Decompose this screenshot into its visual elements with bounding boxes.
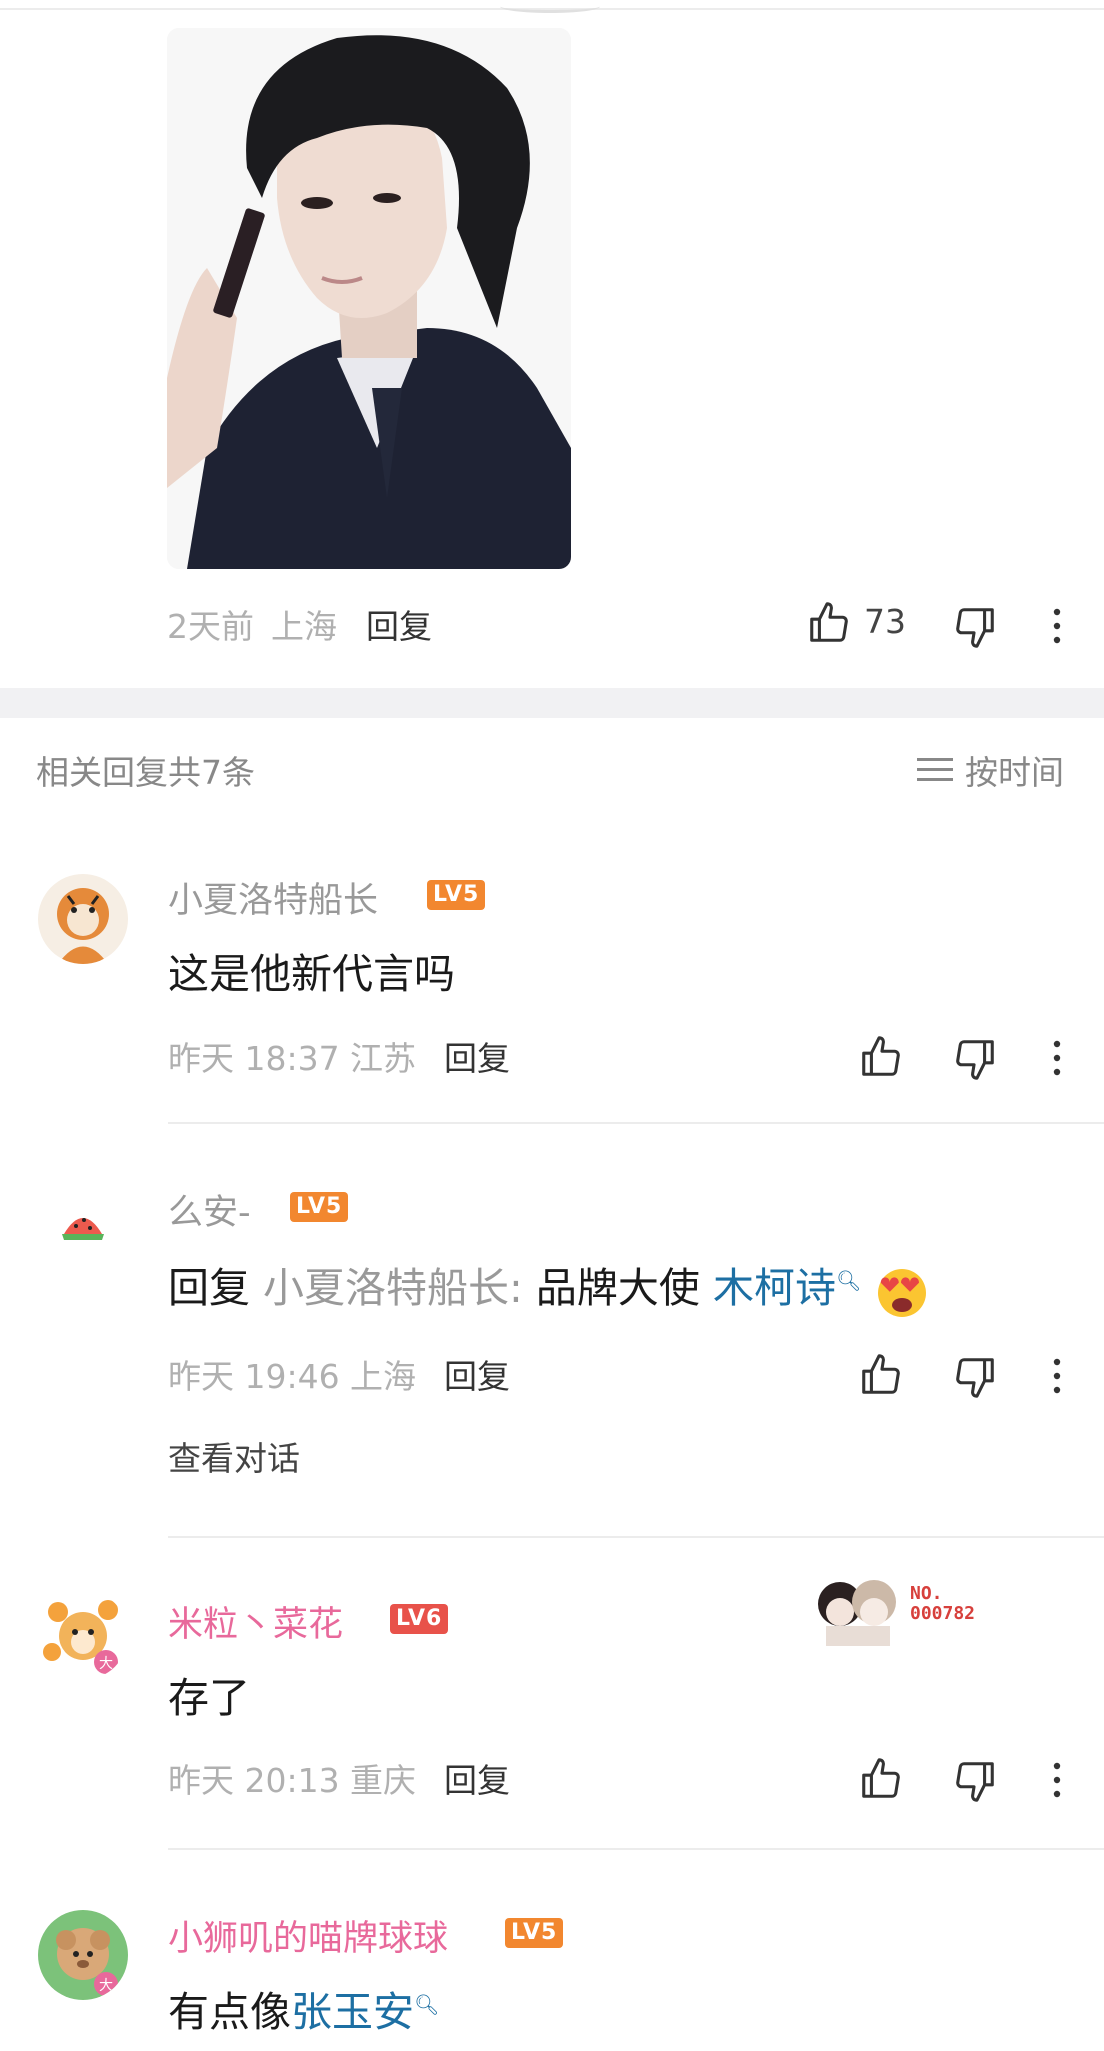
replies-count: 相关回复共7条 [36,753,255,792]
reply-button[interactable]: 回复 [444,1032,510,1080]
more-options-icon[interactable] [1047,1758,1067,1808]
view-conversation-link[interactable]: 查看对话 [168,1432,300,1480]
like-icon[interactable] [858,1352,908,1402]
avatar[interactable] [38,1184,128,1274]
dislike-icon[interactable] [952,1354,1002,1404]
level-badge: LV5 [290,1192,349,1222]
level-badge: LV5 [505,1918,564,1948]
medal-number: NO. 000782 [910,1583,976,1624]
like-count: 73 [864,602,906,641]
comment-text: 这是他新代言吗 [168,950,455,998]
topic-link[interactable]: 木柯诗 [713,1264,836,1312]
reply-divider [168,1848,1104,1850]
reply-meta: 昨天 20:13 重庆 回复 [0,1754,1104,1814]
dislike-icon[interactable] [952,1036,1002,1086]
more-options-icon[interactable] [1047,1354,1067,1404]
comment-text: 存了 [168,1674,250,1722]
reply-meta: 昨天 18:37 江苏 回复 [0,1032,1104,1092]
reply-meta: 昨天 19:46 上海 回复 [0,1350,1104,1410]
sort-button[interactable]: 按时间 [917,746,1064,794]
reply-divider [168,1122,1104,1124]
main-comment-meta: 2天前 上海 回复 73 [0,600,1104,660]
search-icon: 🔍︎ [414,1992,440,2017]
comment-time: 昨天 19:46 [168,1357,340,1396]
avatar[interactable]: 大 [38,1590,128,1680]
heart-eyes-emoji [874,1263,930,1319]
level-badge: LV6 [390,1604,449,1634]
text-before-link: 品牌大使 [535,1264,700,1312]
reply-button[interactable]: 回复 [444,1350,510,1398]
sort-label: 按时间 [965,753,1064,792]
username[interactable]: 小狮叽的喵牌球球 [168,1910,448,1961]
dislike-icon[interactable] [952,1758,1002,1808]
section-divider [0,688,1104,718]
comment-location: 上海 [350,1357,416,1396]
comment-location: 上海 [271,607,337,646]
comment-image[interactable] [167,28,571,569]
menu-lines-icon [917,758,953,781]
like-icon[interactable] [858,1756,908,1806]
more-options-icon[interactable] [1047,1036,1067,1086]
comment-location: 江苏 [350,1039,416,1078]
dislike-icon[interactable] [952,604,1002,654]
reply-button[interactable]: 回复 [366,600,432,648]
svg-text:大: 大 [99,1656,113,1672]
comment-time: 昨天 20:13 [168,1761,340,1800]
topic-link[interactable]: 张玉安 [291,1988,414,2036]
text-before-link: 有点像 [168,1988,291,2036]
comment-text: 有点像张玉安🔍︎ [168,1978,439,2038]
top-handle [500,0,600,13]
avatar[interactable] [38,874,128,964]
like-icon[interactable] [858,1034,908,1084]
search-icon: 🔍︎ [835,1268,862,1293]
comment-text: 回复 小夏洛特船长: 品牌大使 木柯诗🔍︎ [168,1254,930,1319]
comment-time: 昨天 18:37 [168,1039,340,1078]
reply-prefix: 回复 [168,1264,250,1312]
username[interactable]: 小夏洛特船长 [168,872,378,923]
reply-divider [168,1536,1104,1538]
more-options-icon[interactable] [1047,604,1067,654]
reply-button[interactable]: 回复 [444,1754,510,1802]
like-icon[interactable] [806,600,856,650]
level-badge: LV5 [427,880,486,910]
reply-target[interactable]: 小夏洛特船长: [263,1264,523,1312]
comment-time: 2天前 [167,607,254,646]
comment-location: 重庆 [350,1761,416,1800]
username[interactable]: 米粒丶菜花 [168,1596,343,1647]
svg-text:大: 大 [99,1978,113,1994]
username[interactable]: 么安- [168,1184,251,1235]
avatar[interactable]: 大 [38,1910,128,2000]
